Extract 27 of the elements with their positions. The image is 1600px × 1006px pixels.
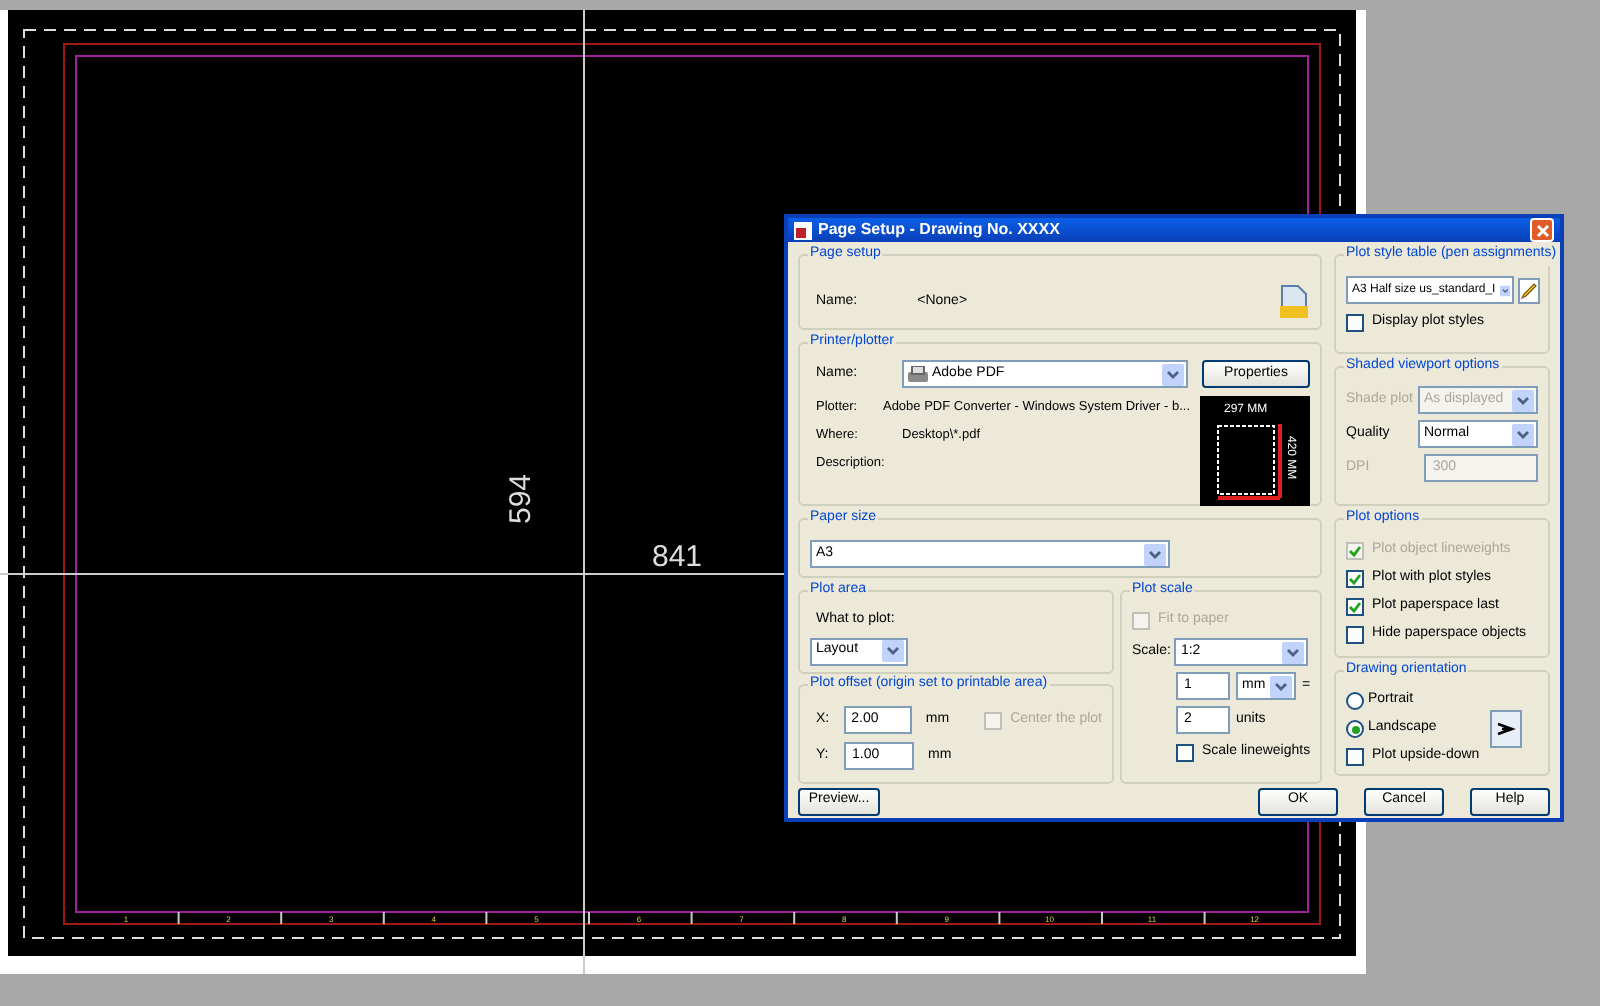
radio-button[interactable] (1346, 720, 1364, 739)
checkbox[interactable] (1346, 569, 1364, 588)
chevron-down-icon (1512, 389, 1534, 412)
chevron-down-icon (1144, 543, 1166, 566)
checkbox[interactable] (1346, 597, 1364, 616)
window-title: Page Setup - Drawing No. XXXX (818, 218, 1062, 243)
paper-sheet-drawing (1216, 422, 1284, 503)
checkbox[interactable] (1346, 748, 1364, 767)
page-orientation-icon (1490, 710, 1522, 749)
chevron-down-icon (1512, 423, 1534, 446)
width-dimension: 841 (652, 540, 703, 574)
document-icon (1278, 284, 1310, 321)
pencil-icon (1520, 281, 1538, 300)
checkbox[interactable] (1346, 313, 1364, 332)
radio-button[interactable] (1346, 692, 1364, 711)
chevron-down-icon (882, 640, 904, 663)
edit-button[interactable] (1518, 277, 1540, 304)
chevron-down-icon (1162, 363, 1184, 386)
checkbox[interactable] (1176, 743, 1194, 762)
close-button[interactable] (1530, 218, 1554, 243)
close-icon (1535, 223, 1549, 238)
height-dimension: 594 (504, 473, 538, 524)
printer-icon (908, 365, 928, 384)
app-icon (794, 221, 812, 240)
chevron-down-icon (1270, 675, 1292, 698)
chevron-down-icon (1282, 641, 1305, 664)
checkbox[interactable] (1346, 625, 1364, 644)
